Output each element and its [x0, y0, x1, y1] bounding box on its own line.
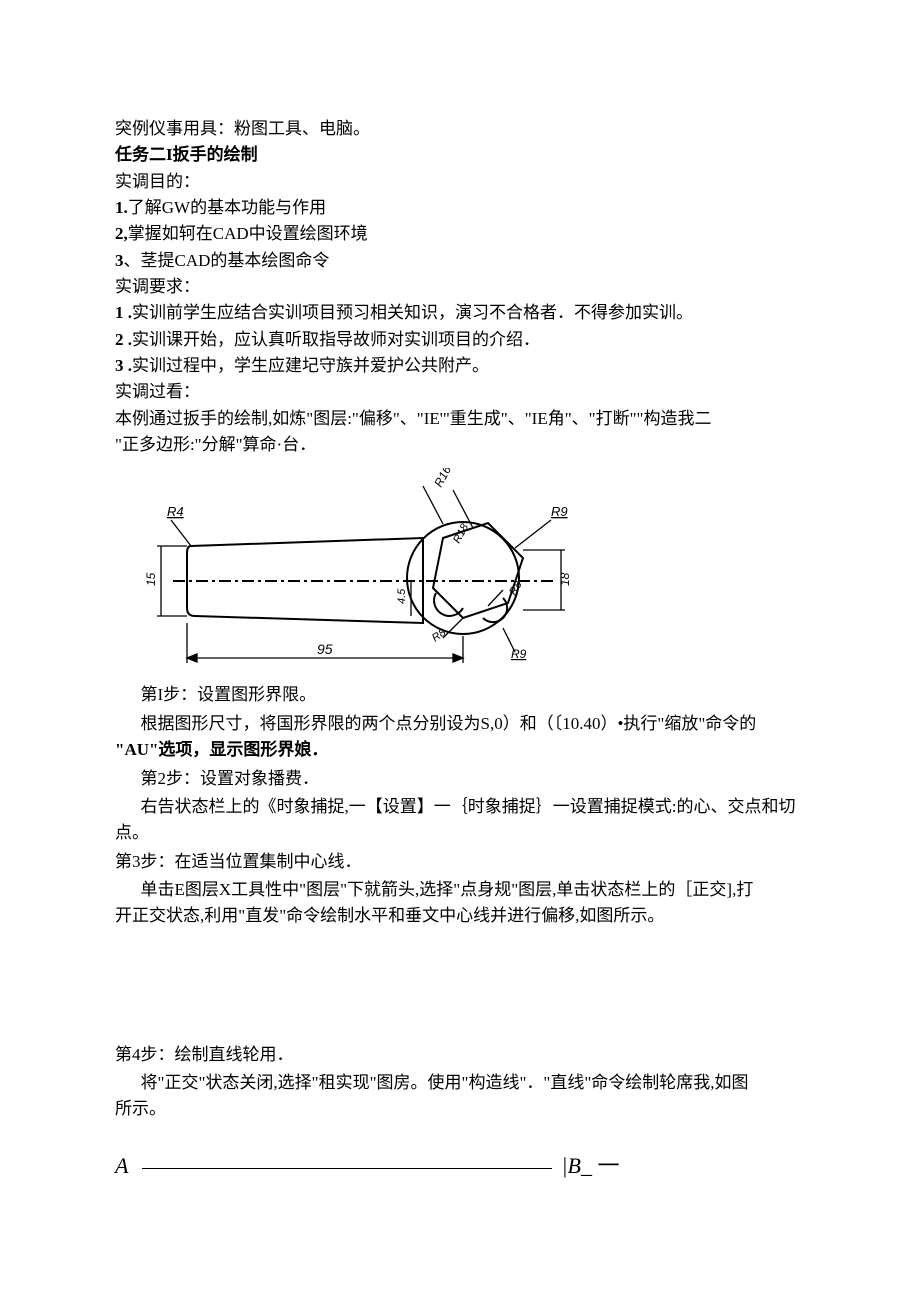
step2-body2: 点。 — [115, 820, 805, 846]
num-2: 2, — [115, 224, 128, 243]
aim-title: 实调目的： — [115, 169, 805, 195]
aim-item-3: 3、茎提CAD的基本绘图命令 — [115, 248, 805, 274]
intro-line-2: "正多边形:"分解"算命·台． — [115, 432, 805, 458]
step1-body2: "AU"选项，显示图形界娘． — [115, 737, 805, 763]
step4-body2: 所示。 — [115, 1096, 805, 1122]
step4-body1: 将"正交"状态关闭,选择"租实现"图房。使用"构造线"．"直线"命令绘制轮席我,… — [115, 1070, 805, 1096]
req-item-3: 3 .实训过程中，学生应建圮守族并爱护公共附产。 — [115, 353, 805, 379]
aim-3-text: 、茎提CAD的基本绘图命令 — [124, 251, 330, 270]
step1-body1: 根据图形尺寸，将国形界限的两个点分别设为S,0）和（〔10.40）•执行"缩放"… — [115, 711, 805, 737]
label-18: 18 — [558, 573, 572, 587]
wrench-diagram: R4 R16 R9 R18 R8 R8 R9 15 18 4.5 95 — [143, 468, 583, 678]
req-3-text: 实训过程中，学生应建圮守族并爱护公共附产。 — [132, 356, 489, 375]
req-title: 实调要求： — [115, 274, 805, 300]
step4-title: 第4步：绘制直线轮用． — [115, 1042, 805, 1068]
look-title: 实调过看： — [115, 379, 805, 405]
label-r4: R4 — [167, 504, 184, 519]
aim-2-text: 掌握如轲在CAD中设置绘图环境 — [128, 224, 368, 243]
task-title: 任务二I扳手的绘制 — [115, 142, 805, 168]
equation-rule — [142, 1168, 552, 1169]
intro-line-1: 本例通过扳手的绘制,如炼"图层:"偏移"、"IE'"重生成"、"IE角"、"打断… — [115, 406, 805, 432]
label-r8b: R8 — [430, 627, 449, 645]
var-a: A — [115, 1153, 128, 1178]
step1-body2-text: "AU"选项，显示图形界娘． — [115, 740, 328, 759]
num-3: 3 — [115, 251, 124, 270]
trailing-dash: 一 — [597, 1153, 619, 1178]
step2-title: 第2步：设置对象播费． — [115, 766, 805, 792]
step3-body1: 单击E图层X工具性中"图层"下就箭头,选择"点身规"图层,单击状态栏上的［正交]… — [115, 877, 805, 903]
label-r9a: R9 — [551, 504, 568, 519]
req-2-text: 实训课开始，应认真听取指导故师对实训项目的介绍． — [132, 330, 540, 349]
step3-body2: 开正交状态,利用"直发"命令绘制水平和垂文中心线并进行偏移,如图所示。 — [115, 903, 805, 929]
aim-1-text: 了解GW的基本功能与作用 — [128, 198, 326, 217]
equation-line: A |B_ 一 — [115, 1149, 805, 1183]
task-title-text: 任务二I扳手的绘制 — [115, 145, 258, 164]
label-95: 95 — [317, 641, 333, 657]
aim-item-2: 2,掌握如轲在CAD中设置绘图环境 — [115, 221, 805, 247]
document-page: 突例仪事用具：粉图工具、电脑。 任务二I扳手的绘制 实调目的： 1.了解GW的基… — [0, 0, 920, 1265]
label-r16: R16 — [431, 468, 454, 489]
num-r3: 3 . — [115, 356, 132, 375]
blank-gap — [115, 930, 805, 1040]
aim-item-1: 1.了解GW的基本功能与作用 — [115, 195, 805, 221]
label-r18: R18 — [451, 522, 471, 546]
step1-title: 第I步：设置图形界限。 — [115, 682, 805, 708]
step2-body1: 右告状态栏上的《时象捕捉,一【设置】一｛时象捕捉｝一设置捕捉模式:的心、交点和切 — [115, 794, 805, 820]
req-item-1: 1 .实训前学生应结合实训项目预习相关知识，演习不合格者．不得参加实训。 — [115, 300, 805, 326]
req-item-2: 2 .实训课开始，应认真听取指导故师对实训项目的介绍． — [115, 327, 805, 353]
label-4-5: 4.5 — [396, 588, 408, 604]
step3-title: 第3步：在适当位置集制中心线． — [115, 849, 805, 875]
num-1: 1. — [115, 198, 128, 217]
label-r9b: R9 — [511, 647, 527, 661]
tools-line: 突例仪事用具：粉图工具、电脑。 — [115, 116, 805, 142]
label-15: 15 — [144, 573, 158, 587]
var-b: |B_ — [561, 1153, 592, 1178]
req-1-text: 实训前学生应结合实训项目预习相关知识，演习不合格者．不得参加实训。 — [132, 303, 693, 322]
num-r1: 1 . — [115, 303, 132, 322]
num-r2: 2 . — [115, 330, 132, 349]
